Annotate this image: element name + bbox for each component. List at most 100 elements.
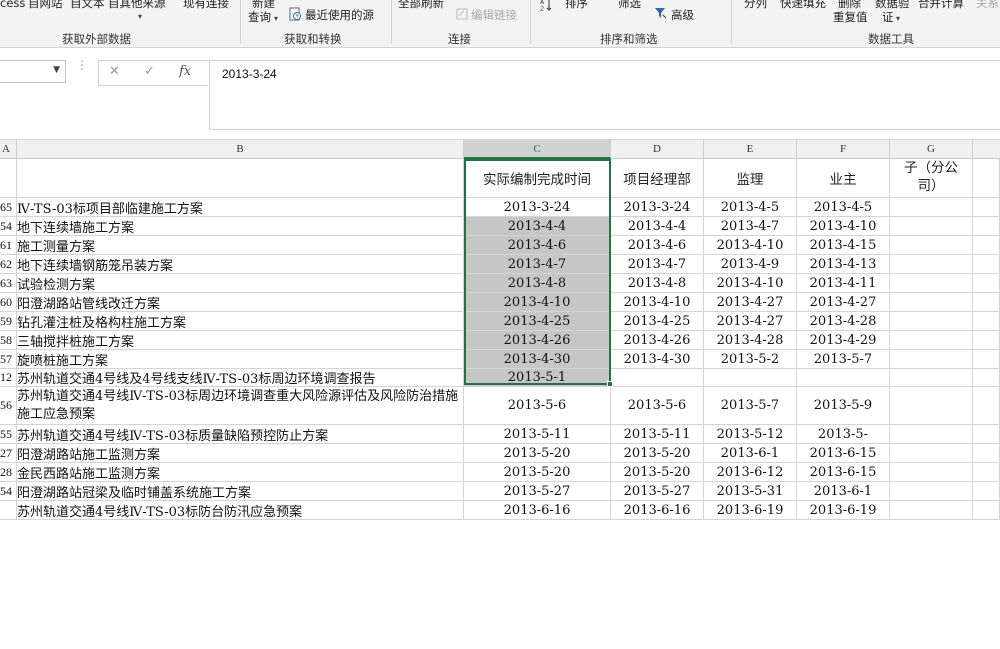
owner-cell[interactable]: 2013-5-9	[797, 387, 890, 425]
completion-time-cell[interactable]: 2013-6-16	[464, 501, 611, 520]
completion-time-cell[interactable]: 2013-4-8	[464, 274, 611, 293]
recent-sources-button[interactable]: 最近使用的源	[305, 8, 374, 22]
owner-cell[interactable]: 2013-5-7	[797, 350, 890, 369]
owner-cell[interactable]: 2013-6-1	[797, 482, 890, 501]
empty-cell[interactable]	[973, 274, 1000, 293]
plan-name-cell[interactable]: 苏州轨道交通4号线及4号线支线Ⅳ-TS-03标周边环境调查报告	[17, 369, 464, 387]
project-dept-cell[interactable]: 2013-5-11	[611, 425, 704, 444]
name-box[interactable]: ▼	[0, 60, 66, 83]
owner-cell[interactable]: 2013-4-10	[797, 217, 890, 236]
row-number-cell[interactable]: 60	[0, 293, 17, 312]
from-other-sources-button[interactable]: 自其他来源	[108, 0, 166, 10]
plan-name-cell[interactable]: 三轴搅拌桩施工方案	[17, 331, 464, 350]
plan-name-cell[interactable]: 旋喷桩施工方案	[17, 350, 464, 369]
row-number-cell[interactable]: 54	[0, 482, 17, 501]
new-query-button[interactable]: 新建	[252, 0, 275, 10]
project-dept-cell[interactable]: 2013-4-30	[611, 350, 704, 369]
row-number-cell[interactable]: 54	[0, 217, 17, 236]
header-cell-owner[interactable]: 业主	[797, 159, 890, 198]
supervisor-cell[interactable]: 2013-5-7	[704, 387, 797, 425]
plan-name-cell[interactable]: 苏州轨道交通4号线Ⅳ-TS-03标质量缺陷预控防止方案	[17, 425, 464, 444]
plan-name-cell[interactable]: 地下连续墙施工方案	[17, 217, 464, 236]
plan-name-cell[interactable]: 苏州轨道交通4号线Ⅳ-TS-03标防台防汛应急预案	[17, 501, 464, 520]
subsidiary-cell[interactable]	[890, 293, 973, 312]
empty-cell[interactable]	[973, 350, 1000, 369]
supervisor-cell[interactable]: 2013-4-5	[704, 198, 797, 217]
row-number-cell[interactable]: 59	[0, 312, 17, 331]
relationships-button[interactable]: 关系	[976, 0, 999, 10]
empty-cell[interactable]	[973, 501, 1000, 520]
header-cell-project-dept[interactable]: 项目经理部	[611, 159, 704, 198]
empty-cell[interactable]	[973, 444, 1000, 463]
project-dept-cell[interactable]: 2013-5-6	[611, 387, 704, 425]
header-cell-a[interactable]	[0, 159, 17, 198]
chevron-down-icon[interactable]: ▾	[138, 10, 142, 24]
row-number-cell[interactable]: 62	[0, 255, 17, 274]
project-dept-cell[interactable]	[611, 369, 704, 387]
subsidiary-cell[interactable]	[890, 387, 973, 425]
advanced-button[interactable]: 高级	[671, 8, 694, 22]
cancel-icon[interactable]: ✕	[109, 64, 120, 79]
row-number-cell[interactable]: 58	[0, 331, 17, 350]
chevron-down-icon[interactable]: ▾	[274, 12, 278, 26]
plan-name-cell[interactable]: 施工测量方案	[17, 236, 464, 255]
owner-cell[interactable]: 2013-4-15	[797, 236, 890, 255]
project-dept-cell[interactable]: 2013-5-27	[611, 482, 704, 501]
owner-cell[interactable]: 2013-4-28	[797, 312, 890, 331]
row-number-cell[interactable]: 57	[0, 350, 17, 369]
empty-cell[interactable]	[973, 293, 1000, 312]
subsidiary-cell[interactable]	[890, 369, 973, 387]
formula-input[interactable]: 2013-3-24	[209, 60, 1000, 130]
flash-fill-button[interactable]: 快速填充	[780, 0, 826, 10]
plan-name-cell[interactable]: 试验检测方案	[17, 274, 464, 293]
completion-time-cell[interactable]: 2013-5-20	[464, 444, 611, 463]
owner-cell[interactable]	[797, 369, 890, 387]
from-web-button[interactable]: 自网站	[28, 0, 63, 10]
completion-time-cell[interactable]: 2013-4-7	[464, 255, 611, 274]
subsidiary-cell[interactable]	[890, 501, 973, 520]
owner-cell[interactable]: 2013-4-27	[797, 293, 890, 312]
owner-cell[interactable]: 2013-4-11	[797, 274, 890, 293]
project-dept-cell[interactable]: 2013-4-10	[611, 293, 704, 312]
plan-name-cell[interactable]: 地下连续墙钢筋笼吊装方案	[17, 255, 464, 274]
supervisor-cell[interactable]: 2013-4-27	[704, 312, 797, 331]
empty-cell[interactable]	[973, 463, 1000, 482]
empty-cell[interactable]	[973, 198, 1000, 217]
completion-time-cell[interactable]: 2013-5-27	[464, 482, 611, 501]
text-to-columns-button[interactable]: 分列	[744, 0, 767, 10]
fill-handle[interactable]	[607, 381, 613, 387]
enter-icon[interactable]: ✓	[144, 64, 155, 79]
project-dept-cell[interactable]: 2013-4-8	[611, 274, 704, 293]
row-number-cell[interactable]: 61	[0, 236, 17, 255]
subsidiary-cell[interactable]	[890, 198, 973, 217]
column-header-g[interactable]: G	[890, 140, 973, 159]
completion-time-cell[interactable]: 2013-5-1	[464, 369, 611, 387]
empty-cell[interactable]	[973, 425, 1000, 444]
header-cell-subsidiary[interactable]: 子（分公司）	[890, 159, 973, 198]
row-number-cell[interactable]: 63	[0, 274, 17, 293]
empty-cell[interactable]	[973, 482, 1000, 501]
supervisor-cell[interactable]	[704, 369, 797, 387]
row-number-cell[interactable]: 55	[0, 425, 17, 444]
completion-time-cell[interactable]: 2013-4-26	[464, 331, 611, 350]
project-dept-cell[interactable]: 2013-4-25	[611, 312, 704, 331]
empty-cell[interactable]	[973, 236, 1000, 255]
completion-time-cell[interactable]: 2013-5-11	[464, 425, 611, 444]
supervisor-cell[interactable]: 2013-4-10	[704, 236, 797, 255]
row-number-cell[interactable]	[0, 501, 17, 520]
owner-cell[interactable]: 2013-5-	[797, 425, 890, 444]
remove-duplicates-button[interactable]: 删除	[838, 0, 861, 10]
header-cell-b[interactable]	[17, 159, 464, 198]
supervisor-cell[interactable]: 2013-6-1	[704, 444, 797, 463]
supervisor-cell[interactable]: 2013-6-12	[704, 463, 797, 482]
column-header-c[interactable]: C	[464, 140, 611, 159]
project-dept-cell[interactable]: 2013-4-26	[611, 331, 704, 350]
completion-time-cell[interactable]: 2013-5-20	[464, 463, 611, 482]
supervisor-cell[interactable]: 2013-5-2	[704, 350, 797, 369]
consolidate-button[interactable]: 合并计算	[918, 0, 964, 10]
supervisor-cell[interactable]: 2013-6-19	[704, 501, 797, 520]
empty-cell[interactable]	[973, 217, 1000, 236]
plan-name-cell[interactable]: 苏州轨道交通4号线Ⅳ-TS-03标周边环境调查重大风险源评估及风险防治措施施工应…	[17, 387, 464, 425]
project-dept-cell[interactable]: 2013-4-7	[611, 255, 704, 274]
header-cell-h[interactable]	[973, 159, 1000, 198]
